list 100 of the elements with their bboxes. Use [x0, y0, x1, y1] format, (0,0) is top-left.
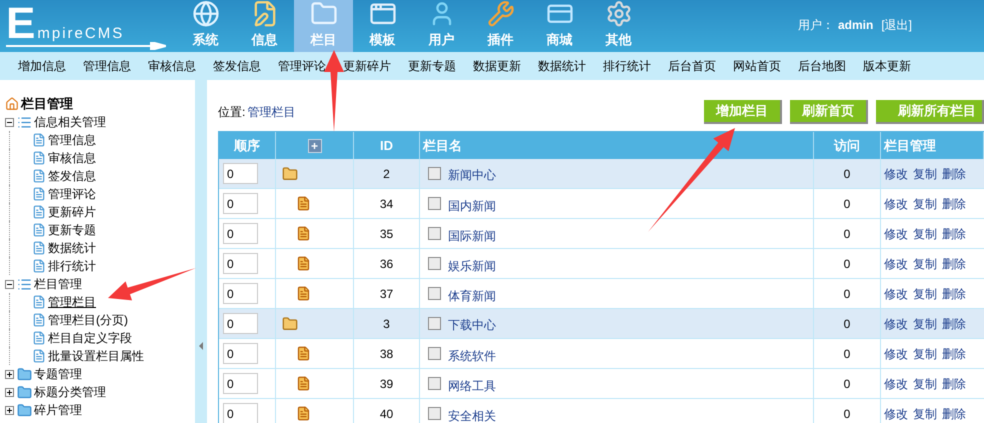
tree-item[interactable]: 审核信息	[48, 149, 96, 167]
row-action-link[interactable]: 复制	[913, 404, 937, 422]
submenu-link[interactable]: 数据更新	[473, 57, 521, 75]
submenu-link[interactable]: 数据统计	[538, 57, 586, 75]
document-icon	[296, 286, 311, 301]
tree-group[interactable]: 专题管理	[34, 365, 82, 383]
submenu-link[interactable]: 管理信息	[83, 57, 131, 75]
expand-toggle-icon[interactable]	[5, 370, 14, 378]
tree-item[interactable]: 管理信息	[48, 131, 96, 149]
order-input[interactable]: 0	[223, 223, 258, 244]
tree-item[interactable]: 更新碎片	[48, 203, 96, 221]
row-checkbox[interactable]	[428, 287, 441, 300]
row-action-link[interactable]: 修改	[884, 374, 908, 392]
row-checkbox[interactable]	[428, 197, 441, 210]
document-icon	[32, 151, 46, 165]
row-checkbox[interactable]	[428, 227, 441, 240]
submenu-link[interactable]: 版本更新	[863, 57, 911, 75]
row-checkbox[interactable]	[428, 407, 441, 420]
house-icon	[5, 97, 19, 111]
collapse-toggle-icon[interactable]	[5, 118, 14, 126]
row-action-link[interactable]: 复制	[913, 254, 937, 272]
visits-cell-text: 0	[844, 346, 850, 362]
row-action-link[interactable]: 删除	[942, 374, 966, 392]
row-action-link[interactable]: 复制	[913, 164, 937, 182]
row-action-link[interactable]: 删除	[942, 284, 966, 302]
submenu-link[interactable]: 后台首页	[668, 57, 716, 75]
order-input[interactable]: 0	[223, 343, 258, 364]
row-action-link[interactable]: 复制	[913, 194, 937, 212]
expand-toggle-icon[interactable]	[5, 388, 14, 396]
tree-item[interactable]: 管理栏目	[48, 293, 96, 311]
tree-item[interactable]: 数据统计	[48, 239, 96, 257]
expand-toggle-icon[interactable]	[5, 406, 14, 414]
order-input[interactable]: 0	[223, 253, 258, 274]
order-input[interactable]: 0	[223, 373, 258, 394]
tree-item[interactable]: 更新专题	[48, 221, 96, 239]
order-input[interactable]: 0	[223, 163, 258, 184]
category-link[interactable]: 安全相关	[448, 402, 496, 423]
row-action-link[interactable]: 复制	[913, 224, 937, 242]
submenu-link[interactable]: 管理评论	[278, 57, 326, 75]
id-cell-text: 3	[383, 316, 390, 332]
row-action-link[interactable]: 修改	[884, 314, 908, 332]
order-input[interactable]: 0	[223, 403, 258, 423]
row-checkbox[interactable]	[428, 167, 441, 180]
order-input[interactable]: 0	[223, 193, 258, 214]
tree-item[interactable]: 签发信息	[48, 167, 96, 185]
category-link[interactable]: 新闻中心	[448, 164, 496, 184]
row-action-link[interactable]: 删除	[942, 344, 966, 362]
tree-item[interactable]: 管理评论	[48, 185, 96, 203]
order-input[interactable]: 0	[223, 283, 258, 304]
row-action-link[interactable]: 复制	[913, 314, 937, 332]
row-checkbox[interactable]	[428, 347, 441, 360]
category-link[interactable]: 国内新闻	[448, 192, 496, 214]
row-action-link[interactable]: 修改	[884, 254, 908, 272]
submenu-link[interactable]: 增加信息	[18, 57, 66, 75]
submenu-link[interactable]: 更新碎片	[343, 57, 391, 75]
order-input[interactable]: 0	[223, 313, 258, 334]
category-link[interactable]: 下载中心	[448, 314, 496, 334]
submenu-link[interactable]: 审核信息	[148, 57, 196, 75]
row-action-link[interactable]: 修改	[884, 164, 908, 182]
row-checkbox[interactable]	[428, 257, 441, 270]
submenu-link[interactable]: 网站首页	[733, 57, 781, 75]
submenu-link[interactable]: 更新专题	[408, 57, 456, 75]
row-action-link[interactable]: 删除	[942, 164, 966, 182]
category-link[interactable]: 娱乐新闻	[448, 252, 496, 274]
submenu-link[interactable]: 后台地图	[798, 57, 846, 75]
row-checkbox[interactable]	[428, 377, 441, 390]
tree-item[interactable]: 栏目自定义字段	[48, 329, 132, 347]
row-action-link[interactable]: 修改	[884, 404, 908, 422]
tree-group[interactable]: 信息相关管理	[34, 113, 106, 131]
row-action-link[interactable]: 删除	[942, 194, 966, 212]
row-action-link[interactable]: 修改	[884, 224, 908, 242]
tree-group[interactable]: 碎片管理	[34, 401, 82, 419]
row-action-link[interactable]: 修改	[884, 194, 908, 212]
row-action-link[interactable]: 复制	[913, 344, 937, 362]
collapse-toggle-icon[interactable]	[5, 280, 14, 288]
logo-arrow-icon	[6, 42, 166, 50]
document-icon	[32, 313, 46, 327]
row-action-link[interactable]: 删除	[942, 314, 966, 332]
row-action-link[interactable]: 复制	[913, 374, 937, 392]
row-action-link[interactable]: 修改	[884, 344, 908, 362]
row-action-link[interactable]: 删除	[942, 254, 966, 272]
tree-item[interactable]: 排行统计	[48, 257, 96, 275]
category-link[interactable]: 网络工具	[448, 372, 496, 394]
category-link[interactable]: 系统软件	[448, 342, 496, 364]
tree-group[interactable]: 栏目管理	[34, 275, 82, 293]
tree-item[interactable]: 批量设置栏目属性	[48, 347, 144, 365]
row-action-link[interactable]: 修改	[884, 284, 908, 302]
row-checkbox[interactable]	[428, 317, 441, 330]
collapse-triangle-icon[interactable]	[199, 342, 203, 350]
category-link[interactable]: 体育新闻	[448, 282, 496, 304]
submenu-link[interactable]: 签发信息	[213, 57, 261, 75]
row-action-link[interactable]: 复制	[913, 284, 937, 302]
row-action-link[interactable]: 删除	[942, 224, 966, 242]
tree-group[interactable]: 标题分类管理	[34, 383, 106, 401]
submenu-link[interactable]: 排行统计	[603, 57, 651, 75]
location-link[interactable]: 管理栏目	[247, 103, 296, 121]
category-link[interactable]: 国际新闻	[448, 222, 496, 244]
expand-all-button[interactable]: +	[308, 138, 322, 152]
tree-item[interactable]: 管理栏目(分页)	[48, 311, 128, 329]
row-action-link[interactable]: 删除	[942, 404, 966, 422]
